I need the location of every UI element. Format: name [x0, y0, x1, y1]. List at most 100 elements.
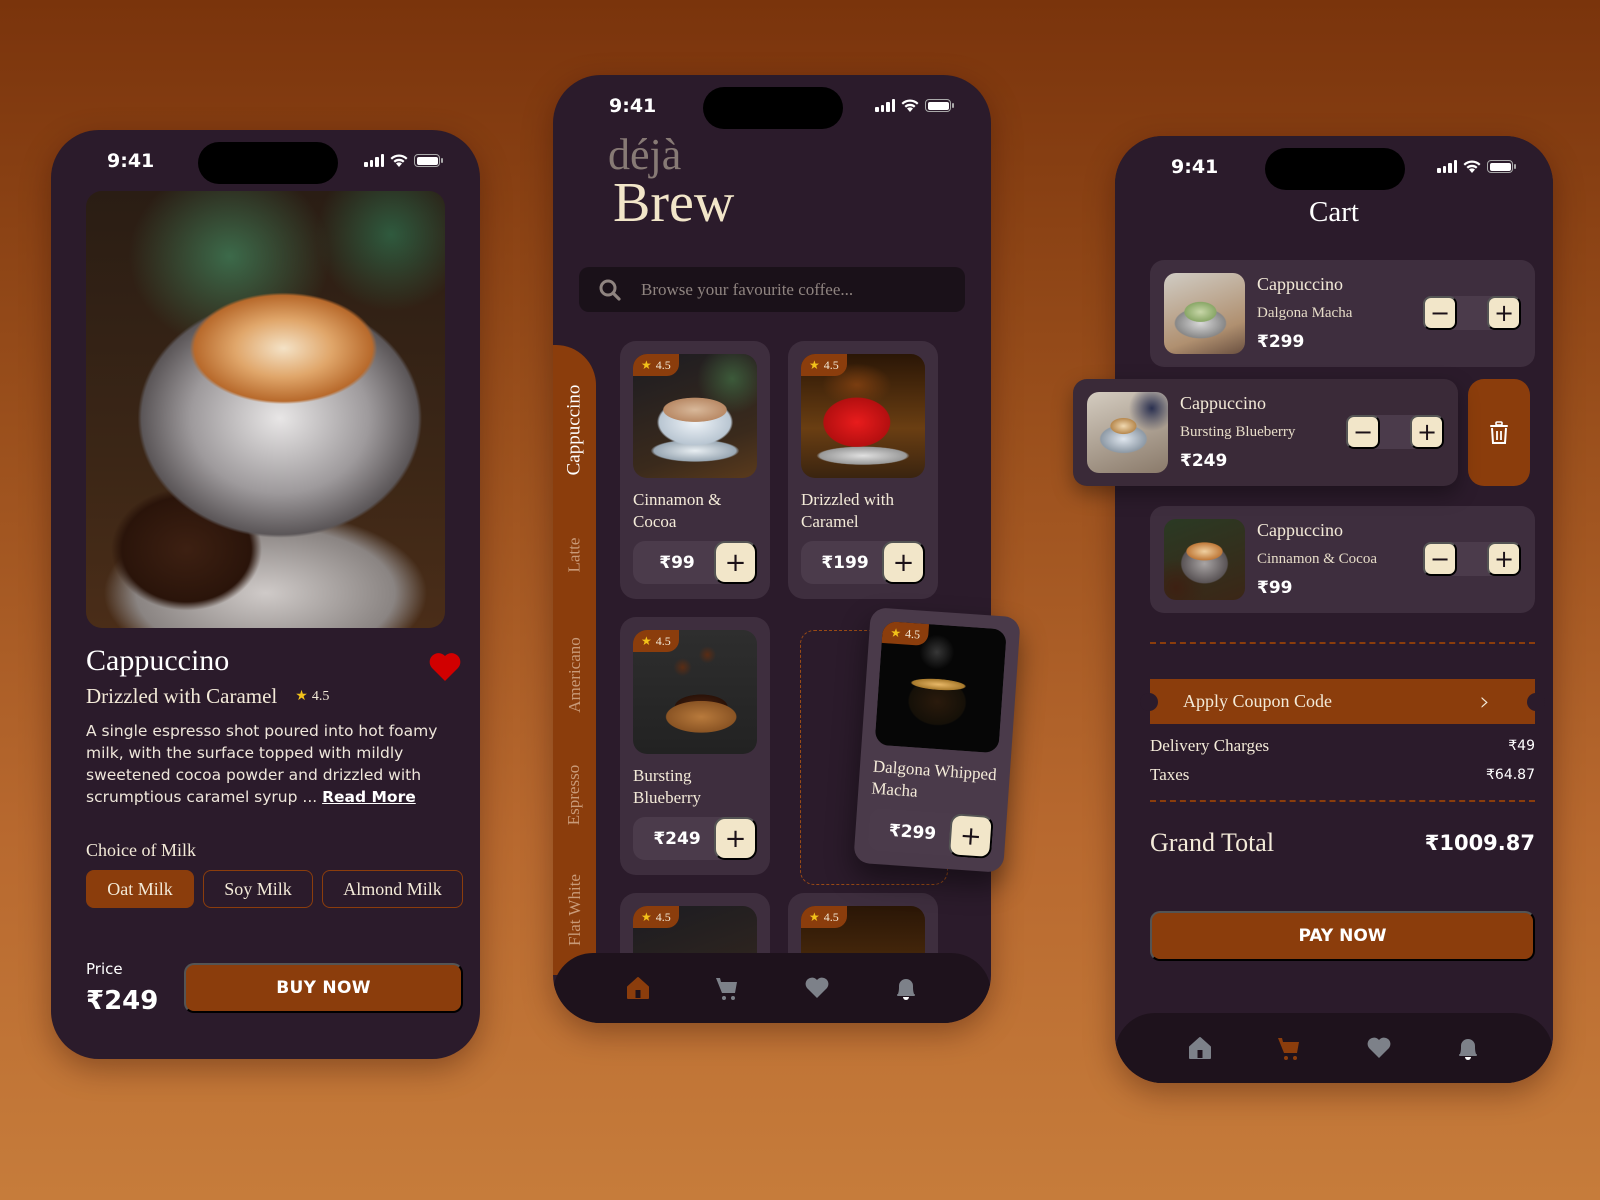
taxes-row: Taxes ₹64.87: [1150, 765, 1535, 785]
product-image: ★ 4.5: [633, 354, 757, 478]
battery-icon: [414, 154, 443, 167]
favorites-icon[interactable]: [804, 975, 830, 1001]
decrease-quantity-button[interactable]: −: [1423, 296, 1457, 330]
product-name: Dalgona Whipped Macha: [870, 756, 998, 801]
notifications-icon[interactable]: [1455, 1035, 1481, 1061]
phone-product-detail: 9:41 Cappuccino Drizzled with Caramel ★ …: [51, 130, 480, 1059]
grand-total-label: Grand Total: [1150, 828, 1275, 857]
category-latte[interactable]: Latte: [553, 505, 596, 605]
star-icon: ★: [809, 909, 820, 924]
cart-item-name: Cappuccino: [1180, 393, 1266, 413]
wifi-icon: [390, 154, 408, 167]
increase-quantity-button[interactable]: +: [1487, 296, 1521, 330]
logo-deja: déjà: [608, 130, 682, 179]
cart-title: Cart: [1309, 196, 1359, 228]
signal-icon: [875, 99, 895, 112]
add-to-cart-button[interactable]: +: [882, 541, 925, 584]
favorite-heart-icon[interactable]: [429, 652, 461, 682]
cart-item-price: ₹99: [1257, 578, 1293, 598]
quantity-stepper: − +: [1346, 415, 1444, 449]
signal-icon: [364, 154, 384, 167]
milk-option-oat[interactable]: Oat Milk: [86, 870, 194, 908]
price-label: Price: [86, 960, 123, 978]
pay-now-button[interactable]: PAY NOW: [1150, 911, 1535, 961]
grand-total-value: ₹1009.87: [1424, 831, 1535, 855]
product-image: ★ 4.5: [633, 630, 757, 754]
product-description: A single espresso shot poured into hot f…: [86, 720, 456, 808]
status-icons: [875, 99, 954, 112]
rating-value: 4.5: [823, 909, 839, 924]
product-card[interactable]: ★ 4.5 Cinnamon & Cocoa ₹99 +: [620, 341, 770, 599]
bottom-nav: [1115, 1013, 1553, 1083]
dynamic-island: [703, 87, 843, 129]
quantity-stepper: − +: [1423, 542, 1521, 576]
cart-item-swiped[interactable]: Cappuccino Bursting Blueberry ₹249 − +: [1073, 379, 1458, 486]
product-name: Drizzled with Caramel: [801, 490, 894, 531]
delivery-value: ₹49: [1508, 738, 1535, 754]
add-to-cart-button[interactable]: +: [947, 813, 994, 860]
wifi-icon: [1463, 160, 1481, 173]
category-flat-white[interactable]: Flat White: [553, 850, 596, 970]
cart-item-price: ₹299: [1257, 332, 1305, 352]
category-label: Cappuccino: [563, 384, 585, 476]
product-price: ₹199: [821, 552, 869, 573]
star-icon: ★: [641, 633, 652, 648]
decrease-quantity-button[interactable]: −: [1423, 542, 1457, 576]
delivery-label: Delivery Charges: [1150, 736, 1270, 755]
product-title: Cappuccino: [86, 644, 230, 677]
notifications-icon[interactable]: [893, 975, 919, 1001]
cart-icon[interactable]: [714, 975, 740, 1001]
status-bar: 9:41: [51, 130, 480, 200]
increase-quantity-button[interactable]: +: [1487, 542, 1521, 576]
taxes-value: ₹64.87: [1486, 767, 1535, 783]
add-to-cart-button[interactable]: +: [714, 817, 757, 860]
price-pill: ₹99 +: [633, 541, 757, 584]
category-cappuccino[interactable]: Cappuccino: [553, 365, 596, 495]
bottom-nav: [553, 953, 991, 1023]
cart-item-variant: Dalgona Macha: [1257, 305, 1353, 321]
buy-now-button[interactable]: BUY NOW: [184, 963, 463, 1013]
apply-coupon-button[interactable]: Apply Coupon Code ›: [1140, 679, 1545, 724]
product-card[interactable]: ★ 4.5 Bursting Blueberry ₹249 +: [620, 617, 770, 875]
delete-item-button[interactable]: [1468, 379, 1530, 486]
home-icon[interactable]: [625, 975, 651, 1001]
increase-quantity-button[interactable]: +: [1410, 415, 1444, 449]
cart-item-name: Cappuccino: [1257, 520, 1343, 540]
milk-option-soy[interactable]: Soy Milk: [203, 870, 313, 908]
rating-value: 4.5: [823, 357, 839, 372]
cart-item-image: [1087, 392, 1168, 473]
dragged-product-card[interactable]: ★ 4.5 Dalgona Whipped Macha ₹299 +: [853, 607, 1021, 873]
category-americano[interactable]: Americano: [553, 615, 596, 735]
decrease-quantity-button[interactable]: −: [1346, 415, 1380, 449]
favorites-icon[interactable]: [1366, 1035, 1392, 1061]
cart-item: Cappuccino Cinnamon & Cocoa ₹99 − +: [1150, 506, 1535, 613]
price-value: ₹249: [86, 986, 159, 1016]
cart-item-image: [1164, 273, 1245, 354]
product-hero-image: [86, 191, 445, 628]
add-to-cart-button[interactable]: +: [714, 541, 757, 584]
cart-screen: 9:41 Cart Cappuccino Dalgona Macha ₹299 …: [1115, 136, 1553, 1083]
dynamic-island: [1265, 148, 1405, 190]
search-icon: [599, 279, 621, 301]
quantity-value: [1457, 542, 1487, 576]
product-card[interactable]: ★ 4.5 Drizzled with Caramel ₹199 +: [788, 341, 938, 599]
phone-cart: 9:41 Cart Cappuccino Dalgona Macha ₹299 …: [1073, 136, 1553, 1083]
rating-badge: ★ 4.5: [801, 354, 847, 376]
divider: [1150, 800, 1535, 802]
star-icon: ★: [641, 357, 652, 372]
product-price: ₹99: [659, 552, 695, 573]
logo-brew: Brew: [613, 172, 735, 234]
cart-icon[interactable]: [1276, 1035, 1302, 1061]
milk-choice-label: Choice of Milk: [86, 840, 196, 860]
trash-icon: [1490, 420, 1508, 444]
quantity-stepper: − +: [1423, 296, 1521, 330]
rating-value: 4.5: [904, 626, 921, 642]
category-espresso[interactable]: Espresso: [553, 740, 596, 850]
quantity-value: [1380, 415, 1410, 449]
search-input[interactable]: [641, 279, 941, 300]
product-image: ★ 4.5: [874, 620, 1007, 754]
milk-option-almond[interactable]: Almond Milk: [322, 870, 463, 908]
read-more-link[interactable]: Read More: [322, 788, 416, 806]
home-icon[interactable]: [1187, 1035, 1213, 1061]
status-time: 9:41: [107, 150, 155, 172]
